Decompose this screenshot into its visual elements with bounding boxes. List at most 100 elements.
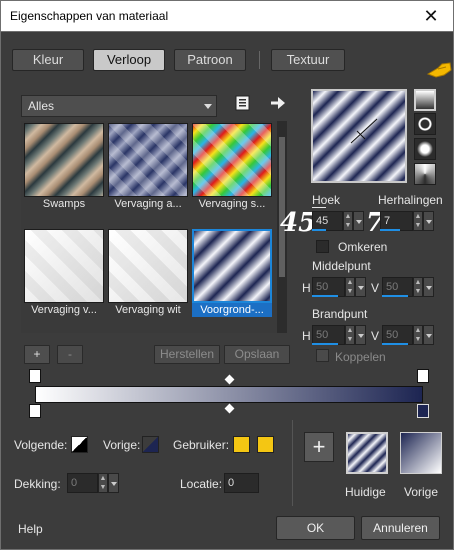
gradient-thumbnail [24,123,104,197]
huidige-label: Huidige [345,485,386,499]
brandpunt-v-dropdown[interactable] [423,325,434,345]
dekking-label: Dekking: [14,477,61,491]
middelpunt-h-input[interactable]: 50 [312,277,345,297]
add-swatch-button[interactable]: + [304,432,334,462]
radial-gradient-button[interactable] [414,163,436,185]
opacity-stop-end[interactable] [417,369,429,383]
add-gradient-button[interactable]: + [24,345,50,364]
gallery-item[interactable]: Swamps [24,123,104,211]
rectangular-gradient-button[interactable] [414,113,436,135]
pointing-hand-icon [426,62,452,78]
gebruiker-swatch-1[interactable] [233,436,250,453]
brandpunt-h-spinner[interactable]: ▲ ▼ [345,325,355,345]
brandpunt-v-slider-bar[interactable] [382,343,408,345]
previous-preview-swatch[interactable] [400,432,442,474]
tab-verloop[interactable]: Verloop [93,49,165,71]
tab-kleur[interactable]: Kleur [12,49,84,71]
volgende-label: Volgende: [14,438,68,452]
gallery-item-label: Vervaging s... [198,198,266,210]
brandpunt-v-spinner[interactable]: ▲ ▼ [413,325,423,345]
herhalingen-spinner[interactable]: ▲ ▼ [413,211,423,231]
middelpunt-v-input[interactable]: 50 [382,277,413,297]
omkeren-label: Omkeren [338,240,388,254]
sunburst-gradient-button[interactable] [414,138,436,160]
arrow-right-icon[interactable] [269,94,287,112]
herhalingen-input[interactable]: 7 [380,211,413,231]
vorige-swatch[interactable] [142,436,159,453]
gradient-thumbnail [192,229,272,303]
color-stop-start[interactable] [29,404,41,418]
close-icon[interactable]: ✕ [417,3,445,29]
middelpunt-v-dropdown[interactable] [423,277,434,297]
middelpunt-h-dropdown[interactable] [355,277,366,297]
gradient-bar[interactable] [35,386,423,403]
middelpunt-h-slider-bar[interactable] [312,295,338,297]
dekking-spinner[interactable]: ▲ ▼ [98,473,108,493]
herhalingen-label: Herhalingen [378,193,443,207]
clipboard-icon[interactable] [234,94,252,112]
gallery-item-selected[interactable]: Voorgrond-... [192,229,272,317]
locatie-input[interactable]: 0 [224,473,259,493]
brandpunt-h-slider-bar[interactable] [312,343,338,345]
gallery-item-label: Vervaging v... [31,304,97,316]
omkeren-checkbox[interactable] [316,240,329,253]
herhalingen-label-text: Herhalingen [378,193,443,207]
chevron-down-icon [204,104,212,109]
help-link[interactable]: Help [18,522,43,536]
angle-handle-icon[interactable] [343,111,383,151]
gallery-item[interactable]: Vervaging s... [192,123,272,211]
window-title: Eigenschappen van materiaal [10,9,169,23]
middelpunt-h-label: H [302,281,311,295]
title-bar: Eigenschappen van materiaal ✕ [0,0,454,32]
gradient-preview[interactable] [311,89,407,183]
hoek-spinner[interactable]: ▲ ▼ [343,211,353,231]
dekking-dropdown[interactable] [108,473,119,493]
dekking-input[interactable]: 0 [67,473,98,493]
gallery-item[interactable]: Vervaging wit [108,229,188,317]
cancel-button[interactable]: Annuleren [361,516,440,540]
linear-gradient-button[interactable] [414,89,436,111]
scrollbar-thumb[interactable] [279,137,285,277]
volgende-swatch[interactable] [71,436,88,453]
reset-button[interactable]: Herstellen [154,345,220,364]
hoek-dropdown[interactable] [353,211,364,231]
herhalingen-dropdown[interactable] [423,211,434,231]
tab-patroon[interactable]: Patroon [174,49,246,71]
locatie-label: Locatie: [180,477,223,491]
middelpunt-v-label: V [371,281,380,295]
middelpunt-v-slider-bar[interactable] [382,295,408,297]
save-gradient-button[interactable]: Opslaan [224,345,290,364]
tab-textuur[interactable]: Textuur [271,49,345,71]
current-preview-swatch[interactable] [346,432,388,474]
brandpunt-v-input[interactable]: 50 [382,325,413,345]
opacity-stop-start[interactable] [29,369,41,383]
gallery-item[interactable]: Vervaging v... [24,229,104,317]
gradient-thumbnail [24,229,104,303]
ok-button[interactable]: OK [276,516,355,540]
tab-divider [259,51,260,69]
hoek-slider-bar[interactable] [312,229,326,231]
brandpunt-h-input[interactable]: 50 [312,325,345,345]
brandpunt-v-label: V [371,329,380,343]
middelpunt-v-spinner[interactable]: ▲ ▼ [413,277,423,297]
gradient-thumbnail [192,123,272,197]
vorige-label: Vorige: [103,438,141,452]
brandpunt-label: Brandpunt [312,307,368,321]
gallery-item[interactable]: Vervaging a... [108,123,188,211]
category-dropdown[interactable]: Alles [21,95,217,117]
gebruiker-swatch-2[interactable] [257,436,274,453]
gallery-item-label: Vervaging wit [115,304,181,316]
koppelen-checkbox[interactable] [316,349,329,362]
annotation-hoek: 45 [280,208,317,238]
gallery-item-label: Voorgrond-... [192,303,272,317]
gebruiker-label: Gebruiker: [173,438,230,452]
remove-gradient-button[interactable]: - [57,345,83,364]
middelpunt-label: Middelpunt [312,259,371,273]
herhalingen-slider-bar[interactable] [380,229,400,231]
middelpunt-h-spinner[interactable]: ▲ ▼ [345,277,355,297]
hoek-input[interactable]: 45 [312,211,343,231]
koppelen-label: Koppelen [335,350,386,364]
brandpunt-h-dropdown[interactable] [355,325,366,345]
hoek-label: Hoek [312,193,340,207]
color-stop-end[interactable] [417,404,429,418]
